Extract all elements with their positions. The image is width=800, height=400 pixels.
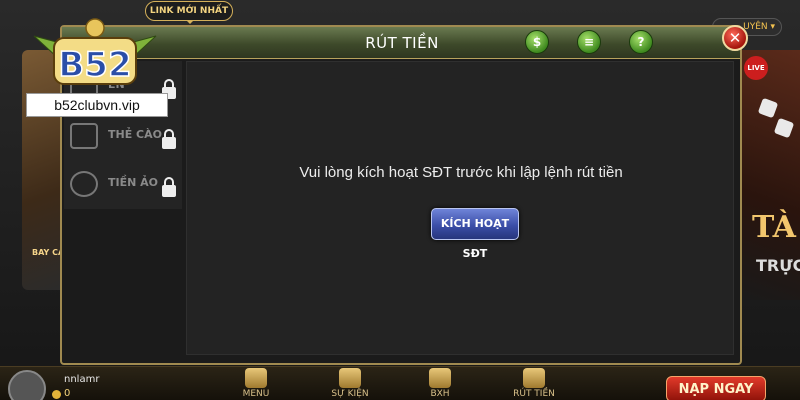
b52-logo: B52 xyxy=(28,14,162,90)
logo-text: B52 xyxy=(58,45,131,85)
modal-title: RÚT TIỀN xyxy=(365,34,439,52)
balance: 0 xyxy=(64,388,71,399)
nav-label: RÚT TIỀN xyxy=(513,389,555,399)
close-button[interactable]: ✕ xyxy=(722,25,748,51)
trophy-icon xyxy=(429,368,451,388)
username: nnlamr xyxy=(64,374,100,385)
nav-label: SỰ KIỆN xyxy=(331,389,369,399)
topup-button[interactable]: NẠP NGAY xyxy=(666,376,766,400)
menu-icon xyxy=(245,368,267,388)
nav-withdraw[interactable]: RÚT TIỀN xyxy=(504,366,564,400)
card-icon xyxy=(70,123,98,149)
lock-icon xyxy=(162,177,176,197)
nav-events[interactable]: SỰ KIỆN xyxy=(320,366,380,400)
document-icon[interactable]: ≡ xyxy=(577,30,601,54)
withdraw-icon xyxy=(523,368,545,388)
withdraw-content-panel: Vui lòng kích hoạt SĐT trước khi lập lện… xyxy=(186,61,734,355)
nav-label: BXH xyxy=(430,389,450,399)
activate-phone-button[interactable]: KÍCH HOẠT SĐT xyxy=(431,208,519,260)
bitcoin-icon xyxy=(70,171,98,197)
nav-menu[interactable]: MENU xyxy=(226,366,286,400)
sidebar-item-card[interactable]: THẺ CÀO xyxy=(64,113,182,159)
activation-message: Vui lòng kích hoạt SĐT trước khi lập lện… xyxy=(299,164,623,181)
event-icon xyxy=(339,368,361,388)
sidebar-item-crypto[interactable]: TIỀN ẢO xyxy=(64,161,182,207)
modal-header: RÚT TIỀN $ ≡ ? xyxy=(62,27,740,59)
avatar[interactable] xyxy=(8,370,46,400)
dollar-icon[interactable]: $ xyxy=(525,30,549,54)
nav-leaderboard[interactable]: BXH xyxy=(410,366,470,400)
nav-label: MENU xyxy=(242,389,270,399)
withdraw-modal: RÚT TIỀN $ ≡ ? ✕ EN THẺ CÀO TIỀN ẢO Vui … xyxy=(60,25,748,365)
help-icon[interactable]: ? xyxy=(629,30,653,54)
lock-icon xyxy=(162,129,176,149)
coin-icon xyxy=(52,390,61,399)
site-url: b52clubvn.vip xyxy=(26,93,168,117)
live-badge: LIVE xyxy=(744,56,768,80)
right-banner-title: TÀ xyxy=(752,210,796,245)
sidebar-item-label: THẺ CÀO xyxy=(108,128,162,141)
right-banner-subtitle: TRỰC xyxy=(756,256,800,275)
sidebar-item-label: TIỀN ẢO xyxy=(108,176,159,189)
